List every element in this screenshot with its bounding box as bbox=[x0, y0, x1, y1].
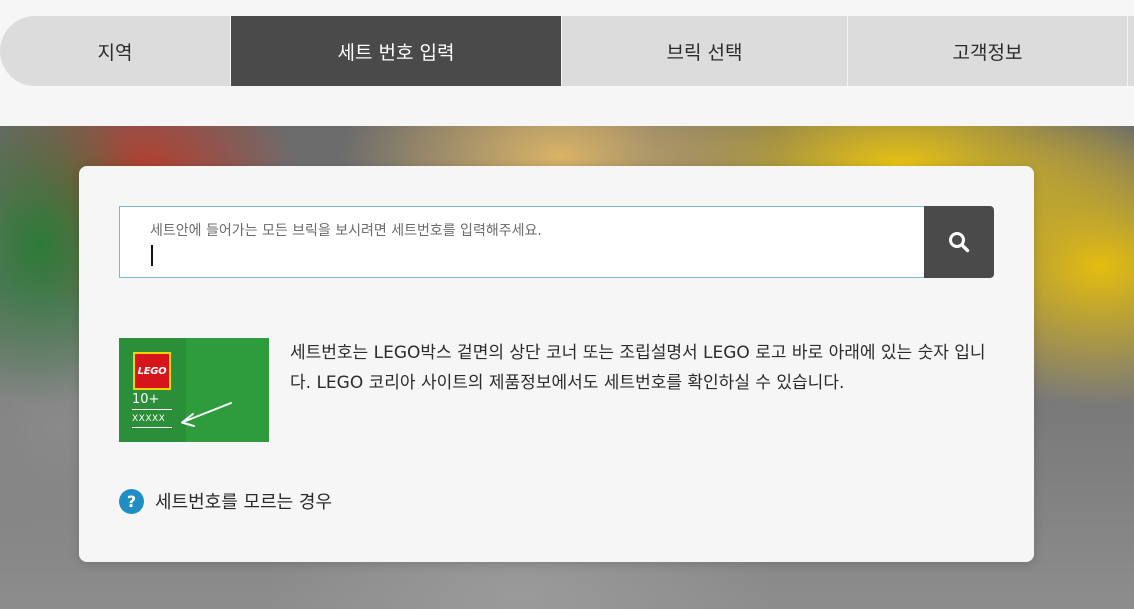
set-number-description: 세트번호는 LEGO박스 겉면의 상단 코너 또는 조립설명서 LEGO 로고 … bbox=[290, 343, 986, 393]
set-box-example-image: LEGO 10+ XXXXX bbox=[119, 338, 269, 442]
step-customer-info[interactable]: 고객정보 bbox=[848, 16, 1128, 86]
search-bar: 세트안에 들어가는 모든 브릭을 보시려면 세트번호를 입력해주세요. bbox=[119, 206, 994, 278]
text-caret bbox=[151, 245, 153, 266]
age-label: 10+ bbox=[132, 392, 160, 407]
set-number-input[interactable]: 세트안에 들어가는 모든 브릭을 보시려면 세트번호를 입력해주세요. bbox=[119, 206, 924, 278]
step-set-number[interactable]: 세트 번호 입력 bbox=[231, 16, 562, 86]
search-placeholder: 세트안에 들어가는 모든 브릭을 보시려면 세트번호를 입력해주세요. bbox=[150, 223, 542, 239]
step-brick-select-label: 브릭 선택 bbox=[666, 41, 743, 64]
help-link[interactable]: ? 세트번호를 모르는 경우 bbox=[119, 488, 332, 514]
progress-stepper: 지역 세트 번호 입력 브릭 선택 고객정보 bbox=[0, 16, 1134, 86]
question-circle-icon: ? bbox=[119, 488, 144, 514]
top-bar: 지역 세트 번호 입력 브릭 선택 고객정보 bbox=[0, 0, 1134, 126]
set-code-placeholder: XXXXX bbox=[132, 414, 166, 424]
set-number-card: 세트안에 들어가는 모든 브릭을 보시려면 세트번호를 입력해주세요. LEGO… bbox=[79, 166, 1034, 562]
step-region-label: 지역 bbox=[97, 41, 133, 64]
pointer-arrow-icon bbox=[181, 402, 232, 427]
set-code-underline bbox=[132, 427, 172, 428]
step-set-number-label: 세트 번호 입력 bbox=[337, 41, 455, 64]
help-link-label: 세트번호를 모르는 경우 bbox=[155, 492, 333, 513]
lego-logo: LEGO bbox=[133, 352, 171, 390]
step-overflow bbox=[1128, 16, 1134, 86]
lego-logo-text: LEGO bbox=[137, 365, 167, 377]
step-brick-select[interactable]: 브릭 선택 bbox=[562, 16, 848, 86]
step-customer-info-label: 고객정보 bbox=[952, 41, 1023, 64]
search-button[interactable] bbox=[924, 206, 994, 278]
step-region[interactable]: 지역 bbox=[0, 16, 231, 86]
age-underline bbox=[132, 409, 172, 410]
search-icon bbox=[949, 232, 970, 253]
set-number-info: LEGO 10+ XXXXX 세트번호는 LEGO박스 겉면의 상단 코너 또는… bbox=[119, 338, 994, 442]
